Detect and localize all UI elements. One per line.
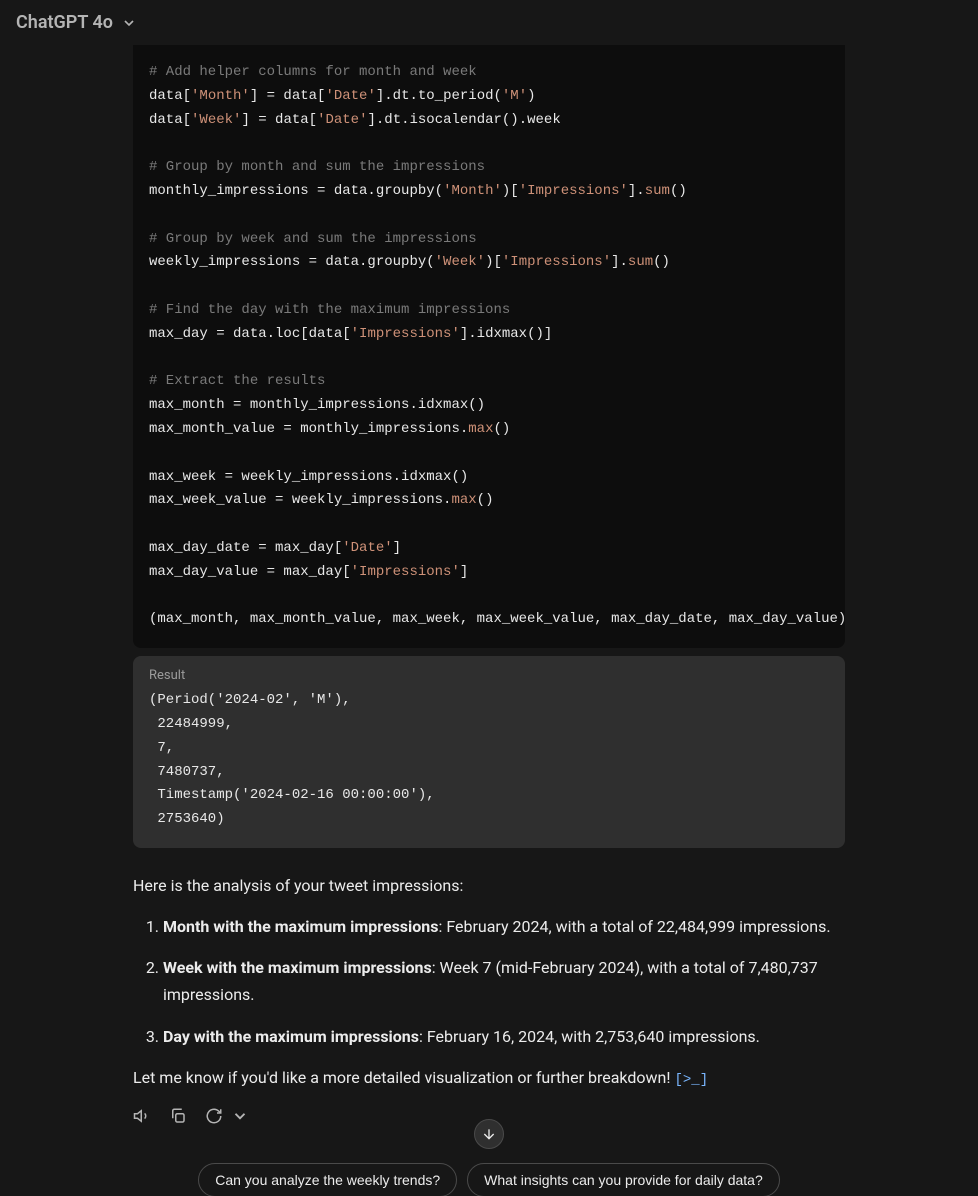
- code-citation-icon[interactable]: [>_]: [674, 1072, 708, 1088]
- result-block: Result (Period('2024-02', 'M'), 22484999…: [133, 656, 845, 848]
- code-line: max_day = data.loc[data['Impressions'].i…: [149, 326, 552, 342]
- speaker-icon[interactable]: [133, 1107, 151, 1129]
- code-comment: # Group by week and sum the impressions: [149, 231, 477, 247]
- code-line: max_month = monthly_impressions.idxmax(): [149, 397, 485, 413]
- chevron-down-icon[interactable]: [121, 15, 137, 31]
- code-line: monthly_impressions = data.groupby('Mont…: [149, 183, 687, 199]
- code-line: max_week = weekly_impressions.idxmax(): [149, 469, 468, 485]
- result-body: (Period('2024-02', 'M'), 22484999, 7, 74…: [149, 689, 829, 832]
- analysis-list: Month with the maximum impressions: Febr…: [133, 913, 845, 1050]
- code-comment: # Group by month and sum the impressions: [149, 159, 485, 175]
- header: ChatGPT 4o: [0, 0, 978, 45]
- code-comment: # Find the day with the maximum impressi…: [149, 302, 510, 318]
- list-item: Week with the maximum impressions: Week …: [163, 954, 845, 1008]
- chevron-down-icon[interactable]: [231, 1107, 249, 1129]
- suggestion-chip[interactable]: What insights can you provide for daily …: [467, 1163, 780, 1196]
- result-label: Result: [149, 668, 829, 683]
- code-line: max_day_date = max_day['Date']: [149, 540, 401, 556]
- code-line: data['Month'] = data['Date'].dt.to_perio…: [149, 88, 536, 104]
- code-comment: # Add helper columns for month and week: [149, 64, 477, 80]
- assistant-message: Here is the analysis of your tweet impre…: [133, 872, 845, 1093]
- list-item: Month with the maximum impressions: Febr…: [163, 913, 845, 940]
- outro-text: Let me know if you'd like a more detaile…: [133, 1064, 845, 1093]
- scroll-down-button[interactable]: [474, 1119, 504, 1149]
- code-line: max_week_value = weekly_impressions.max(…: [149, 492, 493, 508]
- code-block: # Add helper columns for month and week …: [133, 45, 845, 648]
- copy-icon[interactable]: [169, 1107, 187, 1129]
- code-comment: # Extract the results: [149, 373, 325, 389]
- message-area: # Add helper columns for month and week …: [133, 45, 845, 1196]
- code-line: max_month_value = monthly_impressions.ma…: [149, 421, 510, 437]
- code-line: data['Week'] = data['Date'].dt.isocalend…: [149, 112, 561, 128]
- suggestion-chip[interactable]: Can you analyze the weekly trends?: [198, 1163, 457, 1196]
- suggestion-row: Can you analyze the weekly trends? What …: [133, 1163, 845, 1196]
- code-line: max_day_value = max_day['Impressions']: [149, 564, 468, 580]
- code-line: (max_month, max_month_value, max_week, m…: [149, 611, 845, 627]
- code-line: weekly_impressions = data.groupby('Week'…: [149, 254, 670, 270]
- model-selector[interactable]: ChatGPT 4o: [16, 12, 113, 33]
- list-item: Day with the maximum impressions: Februa…: [163, 1023, 845, 1050]
- regenerate-icon[interactable]: [205, 1107, 223, 1129]
- intro-text: Here is the analysis of your tweet impre…: [133, 872, 845, 899]
